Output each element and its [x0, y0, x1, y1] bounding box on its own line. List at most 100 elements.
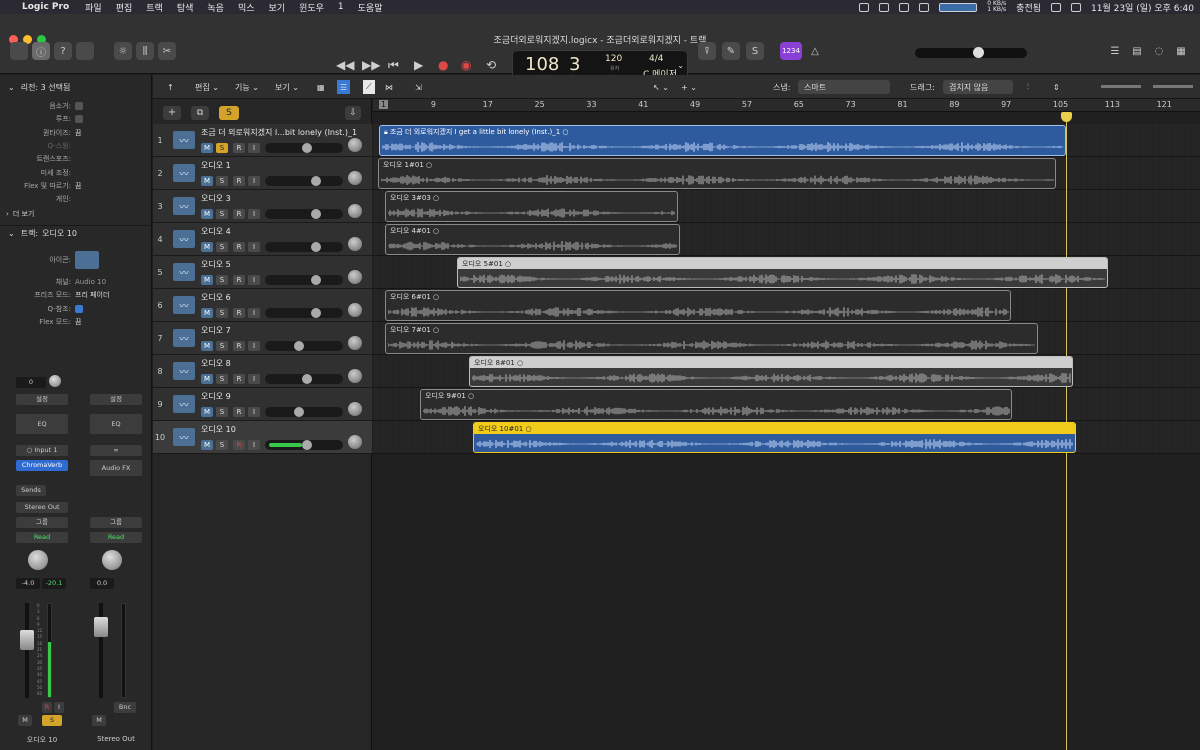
- mute-button[interactable]: M: [18, 715, 32, 726]
- track-name[interactable]: 오디오 1: [201, 160, 361, 171]
- track-volume-slider[interactable]: [265, 440, 343, 450]
- function-menu[interactable]: 기능 ⌄: [235, 80, 259, 94]
- audio-fx-slot[interactable]: Audio FX: [90, 460, 142, 476]
- menu-window[interactable]: 윈도우: [299, 1, 324, 14]
- track-solo-button[interactable]: S: [216, 407, 228, 417]
- track-name[interactable]: 오디오 4: [201, 226, 361, 237]
- track-pan-knob[interactable]: [348, 369, 362, 383]
- mixer-button[interactable]: ⫼: [136, 42, 154, 60]
- track-volume-slider[interactable]: [265, 242, 343, 252]
- track-mute-button[interactable]: M: [201, 209, 213, 219]
- smart-controls-button[interactable]: ☼: [114, 42, 132, 60]
- solo-button[interactable]: S: [42, 715, 62, 726]
- track-record-button[interactable]: R: [233, 341, 245, 351]
- menu-edit[interactable]: 편집: [116, 1, 133, 14]
- output-fader-handle[interactable]: [94, 617, 108, 637]
- track-name[interactable]: 조금 더 외로워지겠지 I...bit lonely (Inst.)_1: [201, 127, 361, 138]
- catch-icon[interactable]: ⇲: [415, 80, 422, 94]
- track-pan-knob[interactable]: [348, 138, 362, 152]
- track-input-monitor-button[interactable]: I: [248, 308, 260, 318]
- track-solo-button[interactable]: S: [216, 374, 228, 384]
- track-volume-slider[interactable]: [265, 407, 343, 417]
- track-name[interactable]: 오디오 6: [201, 292, 361, 303]
- audio-region[interactable]: 오디오 4#01 ○: [385, 224, 680, 255]
- track-pan-knob[interactable]: [348, 171, 362, 185]
- battery-status[interactable]: 충전됨: [1016, 1, 1041, 14]
- track-header[interactable]: 4 〰 오디오 4 MSRI: [153, 223, 372, 256]
- waveform-zoom-icon[interactable]: ⫶: [1027, 80, 1029, 94]
- crosshair-tool[interactable]: + ⌄: [681, 80, 697, 94]
- disclosure-chevron-icon[interactable]: ⌄: [8, 83, 15, 92]
- capture-record-button[interactable]: ◉: [461, 58, 471, 72]
- track-solo-button[interactable]: S: [216, 440, 228, 450]
- horizontal-zoom-slider[interactable]: [1153, 85, 1193, 88]
- track-volume-handle[interactable]: [302, 440, 312, 450]
- sends-button[interactable]: Sends: [16, 485, 46, 496]
- output-group-button[interactable]: 그룹: [90, 517, 142, 528]
- track-record-button[interactable]: R: [233, 374, 245, 384]
- track-input-monitor-button[interactable]: I: [248, 374, 260, 384]
- track-header[interactable]: 9 〰 오디오 9 MSRI: [153, 388, 372, 421]
- track-mute-button[interactable]: M: [201, 374, 213, 384]
- volume-readout[interactable]: -4.0: [16, 578, 40, 589]
- track-volume-handle[interactable]: [302, 374, 312, 384]
- track-volume-handle[interactable]: [311, 242, 321, 252]
- inspector-row-flex[interactable]: Flex 및 따르기: 끔: [0, 179, 152, 192]
- output-button[interactable]: Stereo Out: [16, 502, 68, 513]
- track-input-monitor-button[interactable]: I: [248, 407, 260, 417]
- status-icon-3[interactable]: [899, 2, 910, 12]
- track-pan-knob[interactable]: [348, 303, 362, 317]
- back-arrow-icon[interactable]: ↑: [167, 80, 174, 94]
- track-mute-button[interactable]: M: [201, 242, 213, 252]
- inspector-row-quantize[interactable]: 퀀타이즈: 끔: [0, 126, 152, 139]
- edit-menu[interactable]: 편집 ⌄: [195, 80, 219, 94]
- output-volume-readout[interactable]: 0.0: [90, 578, 114, 589]
- vertical-zoom-icon[interactable]: ⇕: [1053, 80, 1060, 94]
- track-record-button[interactable]: R: [233, 440, 245, 450]
- inspector-row-gain[interactable]: 게인:: [0, 192, 152, 205]
- qref-checkbox[interactable]: [75, 304, 83, 313]
- list-editors-button[interactable]: ☰: [1106, 42, 1124, 60]
- track-volume-slider[interactable]: [265, 209, 343, 219]
- track-header[interactable]: 6 〰 오디오 6 MSRI: [153, 289, 372, 322]
- inspector-row-freeze[interactable]: 프리즈 모드: 프리 페이더: [0, 288, 152, 301]
- waveform-icon[interactable]: 〰: [173, 230, 195, 248]
- track-mute-button[interactable]: M: [201, 308, 213, 318]
- track-name[interactable]: 오디오 7: [201, 325, 361, 336]
- waveform-icon[interactable]: 〰: [173, 131, 195, 149]
- waveform-icon[interactable]: 〰: [173, 197, 195, 215]
- pencil-button[interactable]: ✎: [722, 42, 740, 60]
- track-inspector-header[interactable]: ⌄ 트랙: 오디오 10: [0, 225, 152, 241]
- output-pan-knob[interactable]: [102, 550, 122, 570]
- gain-knob[interactable]: [49, 375, 61, 387]
- track-volume-slider[interactable]: [265, 176, 343, 186]
- track-input-monitor-button[interactable]: I: [248, 143, 260, 153]
- dropbox-icon[interactable]: [859, 2, 870, 12]
- wifi-icon[interactable]: [1051, 2, 1062, 12]
- output-eq-button[interactable]: EQ: [90, 414, 142, 434]
- track-record-button[interactable]: R: [233, 275, 245, 285]
- snap-select[interactable]: 스마트: [798, 80, 890, 94]
- waveform-icon[interactable]: [75, 250, 99, 269]
- input-monitor-button[interactable]: I: [54, 702, 64, 713]
- track-name[interactable]: 오디오 8: [201, 358, 361, 369]
- menu-mix[interactable]: 믹스: [238, 1, 255, 14]
- bar-ruler[interactable]: 1 9 17 25 33 41 49 57 65 73 81 89 97 105 113 121: [373, 99, 1200, 112]
- track-solo-button[interactable]: S: [216, 275, 228, 285]
- list-view-icon[interactable]: ☰: [337, 80, 351, 94]
- audio-region[interactable]: 오디오 10#01 ○: [473, 422, 1076, 453]
- eq-button[interactable]: EQ: [16, 414, 68, 434]
- track-volume-slider[interactable]: [265, 275, 343, 285]
- duplicate-track-button[interactable]: ⧉: [191, 106, 209, 120]
- waveform-icon[interactable]: 〰: [173, 329, 195, 347]
- track-mute-button[interactable]: M: [201, 176, 213, 186]
- forward-button[interactable]: ▶▶: [362, 58, 380, 72]
- menu-track[interactable]: 트랙: [146, 1, 163, 14]
- waveform-icon[interactable]: 〰: [173, 395, 195, 413]
- track-volume-handle[interactable]: [311, 209, 321, 219]
- track-record-button[interactable]: R: [233, 209, 245, 219]
- audio-region[interactable]: 오디오 7#01 ○: [385, 323, 1038, 354]
- track-volume-handle[interactable]: [294, 341, 304, 351]
- go-to-start-button[interactable]: ⏮: [388, 58, 399, 73]
- inspector-row-transpose[interactable]: 트랜스포즈:: [0, 152, 152, 165]
